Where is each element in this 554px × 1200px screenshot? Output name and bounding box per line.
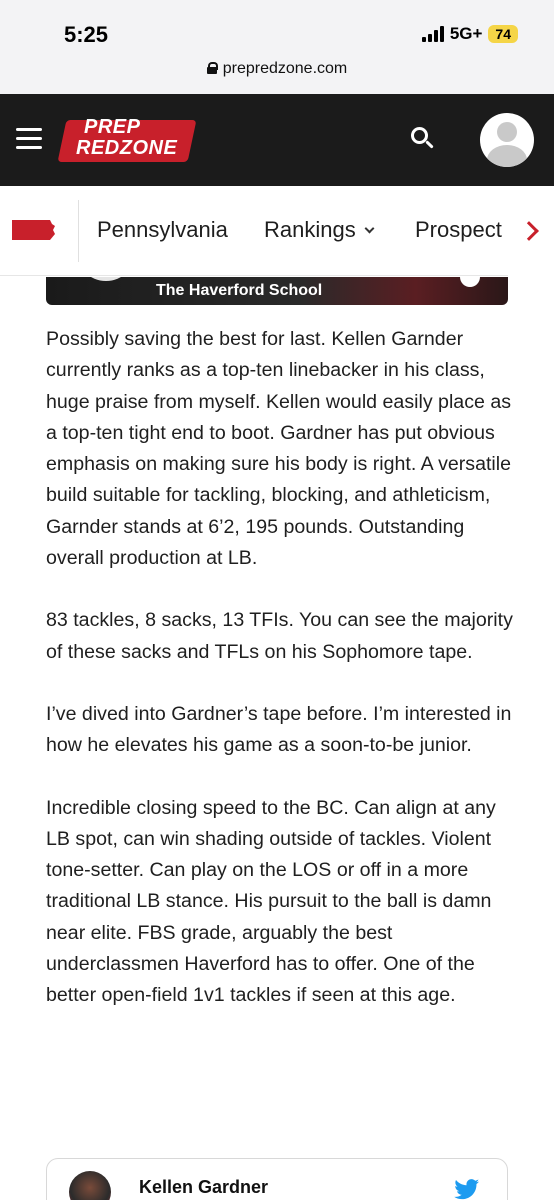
tweet-avatar [69,1171,111,1200]
player-banner: The Haverford School [46,277,508,305]
nav-scroll-right-button[interactable] [508,186,554,276]
network-type: 5G+ [449,24,483,43]
favorite-icon[interactable] [460,277,480,287]
status-bar: 5:25 5G+ 74 prepredzone.com [0,0,554,94]
player-school: The Haverford School [156,282,323,299]
tweet-author-name: Kellen Gardner [139,1177,269,1197]
nav-item-rankings-label: Rankings [264,217,356,242]
article-paragraph: I’ve dived into Gardner’s tape before. I… [46,702,512,757]
site-logo[interactable]: PREP REDZONE [57,116,198,164]
chevron-right-icon [519,221,539,241]
twitter-bird-icon [454,1179,480,1200]
article-body: Possibly saving the best for last. Kelle… [46,324,516,1043]
logo-text-bottom: REDZONE [76,137,178,159]
battery-level: 74 [488,25,518,43]
search-icon[interactable] [408,124,438,154]
address-bar[interactable]: prepredzone.com [0,60,554,78]
nav-item-pennsylvania[interactable]: Pennsylvania [97,217,228,243]
status-indicators: 5G+ 74 [421,24,518,44]
nav-divider [78,200,79,262]
lock-icon [206,62,218,74]
user-avatar[interactable] [480,113,534,167]
embedded-tweet[interactable]: Kellen Gardner [46,1158,508,1200]
pennsylvania-state-icon[interactable] [10,218,56,242]
player-photo [76,277,136,281]
site-header: PREP REDZONE [0,94,554,186]
url-text: prepredzone.com [222,60,348,77]
logo-text-top: PREP [84,116,141,138]
chevron-down-icon [364,223,375,234]
category-nav: Pennsylvania Rankings Prospect [0,186,554,276]
nav-item-prospect[interactable]: Prospect [415,217,502,243]
article-paragraph: 83 tackles, 8 sacks, 13 TFIs. You can se… [46,609,513,663]
signal-icon [421,26,444,42]
article-paragraph: Incredible closing speed to the BC. Can … [46,796,496,1007]
status-time: 5:25 [64,22,109,47]
menu-icon[interactable] [16,128,42,150]
article-paragraph: Possibly saving the best for last. Kelle… [46,328,512,570]
nav-item-rankings[interactable]: Rankings [264,217,375,243]
